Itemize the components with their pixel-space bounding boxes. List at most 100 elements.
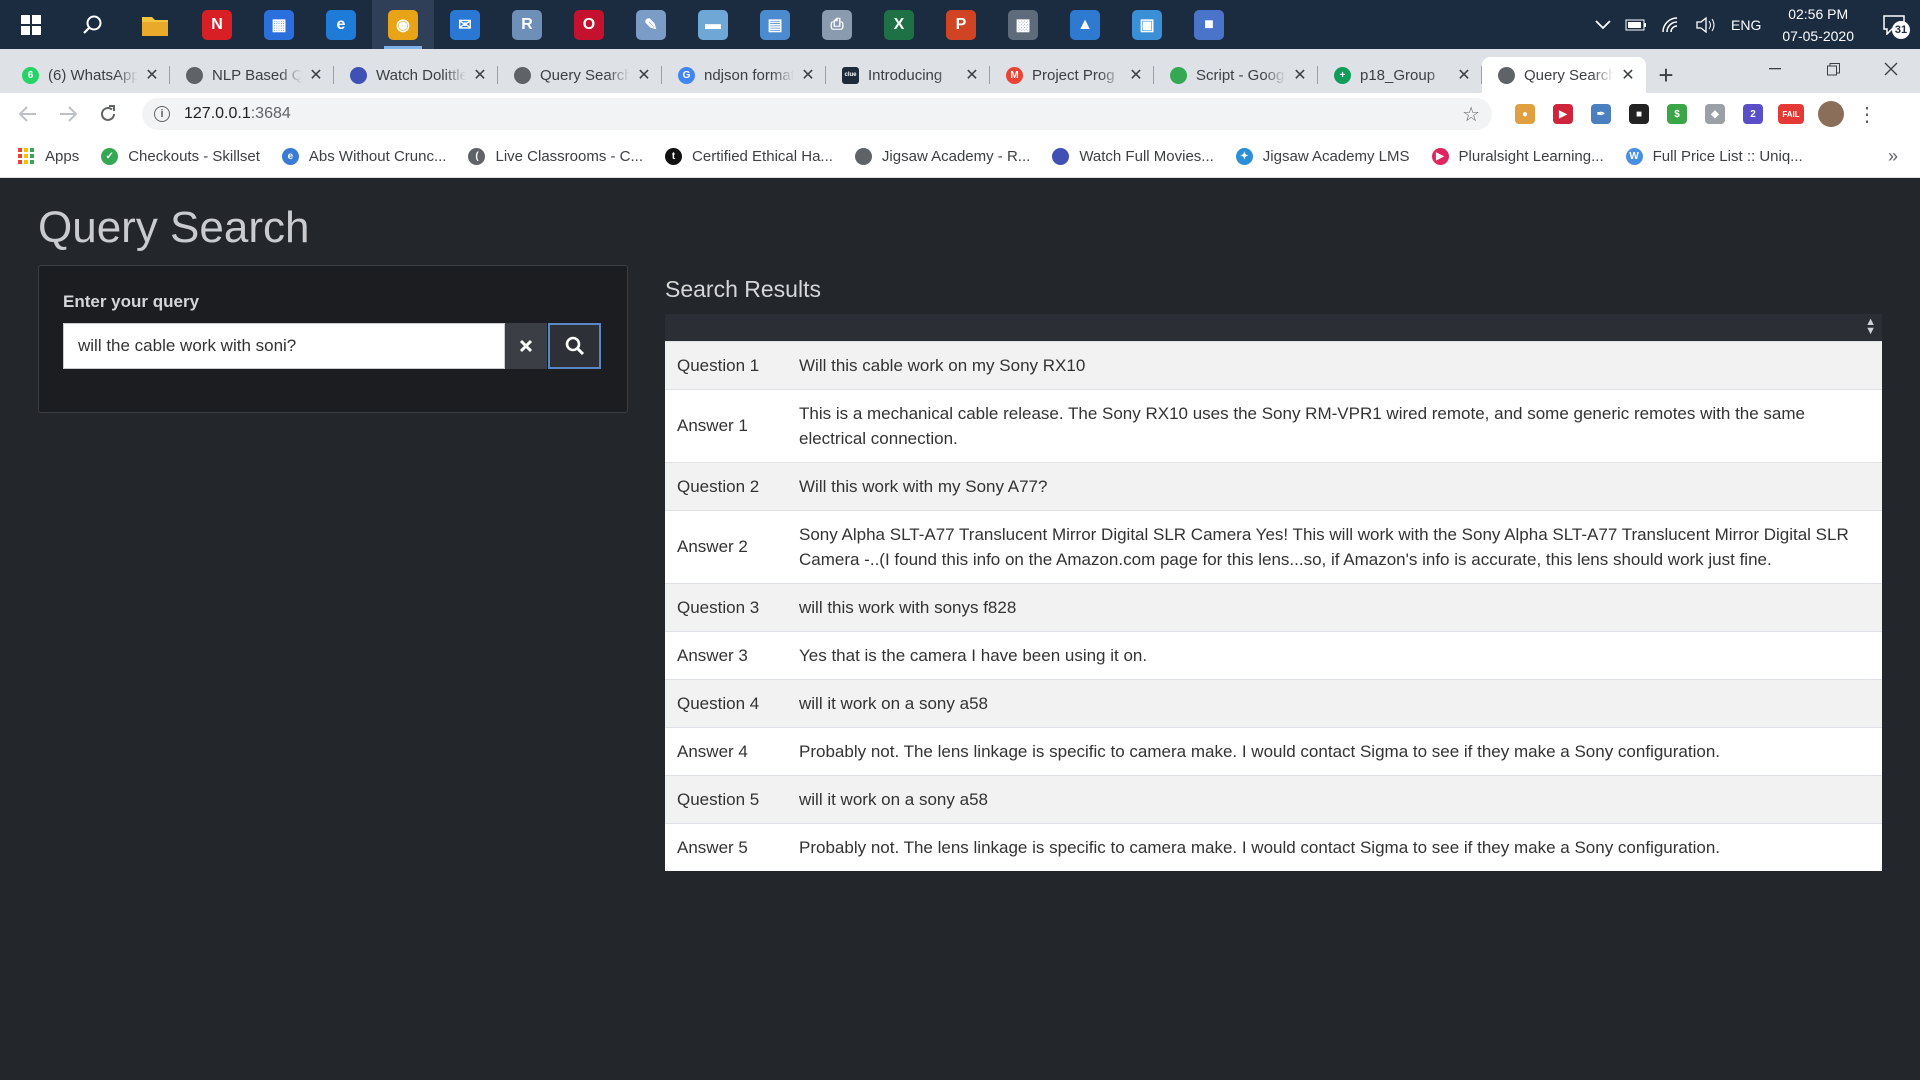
bookmark-star-icon[interactable]: ☆ xyxy=(1462,102,1480,127)
dollar-ext-button[interactable]: $ xyxy=(1658,98,1696,130)
pen-ext-button[interactable]: ✒ xyxy=(1582,98,1620,130)
tab-close-icon[interactable]: ✕ xyxy=(306,65,326,85)
cookie-ext-button[interactable]: ● xyxy=(1506,98,1544,130)
new-tab-button[interactable]: + xyxy=(1646,57,1686,93)
bookmark-item[interactable]: ✦ Jigsaw Academy LMS xyxy=(1235,147,1410,165)
results-title: Search Results xyxy=(665,276,821,302)
bookmark-item[interactable]: Apps xyxy=(18,147,79,165)
bookmark-item[interactable]: ▶ Pluralsight Learning... xyxy=(1431,147,1604,165)
taskbar-app-notes[interactable]: ▬ xyxy=(682,0,744,49)
fail-ext-button[interactable]: FAIL xyxy=(1772,98,1810,130)
site-info-icon[interactable]: i xyxy=(154,106,170,122)
printer-icon: ⎙ xyxy=(822,9,852,40)
restore-button[interactable] xyxy=(1804,49,1862,89)
search-button[interactable] xyxy=(548,323,601,369)
taskbar-app-calculator[interactable]: ▩ xyxy=(992,0,1054,49)
chevron-up-icon[interactable] xyxy=(1588,19,1618,30)
tab-close-icon[interactable]: ✕ xyxy=(1454,65,1474,85)
tab-favicon-icon xyxy=(514,66,531,84)
taskbar-app-edge[interactable]: e xyxy=(310,0,372,49)
back-button[interactable] xyxy=(8,96,48,132)
bookmark-item[interactable]: e Abs Without Crunc... xyxy=(281,147,446,165)
sort-icon[interactable]: ▲ ▼ xyxy=(1865,317,1876,337)
tab-close-icon[interactable]: ✕ xyxy=(1290,65,1310,85)
browser-tab[interactable]: clue Introducing ✕ xyxy=(826,57,990,93)
excel-icon: X xyxy=(884,9,914,40)
video-ext-button[interactable]: ▶ xyxy=(1544,98,1582,130)
taskbar-app-powerpoint[interactable]: P xyxy=(930,0,992,49)
close-window-button[interactable] xyxy=(1862,49,1920,89)
bookmark-item[interactable]: (Live Classrooms - C... xyxy=(468,147,643,165)
tab-close-icon[interactable]: ✕ xyxy=(962,65,982,85)
query-input[interactable] xyxy=(63,323,505,369)
browser-tab[interactable]: Watch Dolittle ✕ xyxy=(334,57,498,93)
arrow-right-icon xyxy=(60,106,77,122)
sortable-column-header[interactable]: ▲ ▼ xyxy=(665,314,1882,341)
terminal-ext-button[interactable]: ■ xyxy=(1620,98,1658,130)
taskbar-app-word-doc[interactable]: ▤ xyxy=(744,0,806,49)
action-center-button[interactable]: 31 xyxy=(1868,0,1920,49)
tab-close-icon[interactable]: ✕ xyxy=(142,65,162,85)
reload-button[interactable] xyxy=(88,96,128,132)
window-controls xyxy=(1746,49,1920,93)
tab-close-icon[interactable]: ✕ xyxy=(798,65,818,85)
browser-tab[interactable]: Query Search ✕ xyxy=(1482,57,1646,93)
bookmark-item[interactable]: ✓ Checkouts - Skillset xyxy=(101,147,260,165)
browser-tab[interactable]: 6 (6) WhatsApp ✕ xyxy=(6,57,170,93)
tab-title: p18_Group xyxy=(1360,66,1436,84)
clear-query-button[interactable] xyxy=(505,323,547,369)
bookmarks-overflow-icon[interactable]: » xyxy=(1888,146,1898,167)
volume-icon[interactable] xyxy=(1688,16,1724,33)
taskbar-app-store[interactable]: ▦ xyxy=(248,0,310,49)
taskbar-app-chrome[interactable]: ◉ xyxy=(372,0,434,49)
cookie-ext-icon: ● xyxy=(1515,104,1535,124)
tab-close-icon[interactable]: ✕ xyxy=(470,65,490,85)
browser-menu-icon[interactable]: ⋮ xyxy=(1852,102,1882,127)
url-text: 127.0.0.1:3684 xyxy=(184,105,291,123)
tab-close-icon[interactable]: ✕ xyxy=(634,65,654,85)
file-explorer-button[interactable] xyxy=(124,0,186,49)
tab-close-icon[interactable]: ✕ xyxy=(1126,65,1146,85)
pen-ext-icon: ✒ xyxy=(1591,104,1611,124)
result-key-cell: Answer 1 xyxy=(677,416,748,435)
r-lang-icon: R xyxy=(512,9,542,40)
taskbar-app-excel[interactable]: X xyxy=(868,0,930,49)
query-label: Enter your query xyxy=(63,292,200,311)
browser-tab[interactable]: Query Search ✕ xyxy=(498,57,662,93)
taskbar-search-button[interactable] xyxy=(62,0,124,49)
language-indicator[interactable]: ENG xyxy=(1724,17,1768,33)
bookmark-item[interactable]: Watch Full Movies... xyxy=(1052,147,1214,165)
taskbar-app-r-lang[interactable]: R xyxy=(496,0,558,49)
taskbar-app-printer[interactable]: ⎙ xyxy=(806,0,868,49)
bookmark-item[interactable]: t Certified Ethical Ha... xyxy=(665,147,833,165)
taskbar-app-mail[interactable]: ✉ xyxy=(434,0,496,49)
browser-tab[interactable]: Script - Google✕ xyxy=(1154,57,1318,93)
list-ext-button[interactable]: 2 xyxy=(1734,98,1772,130)
result-text-cell: Sony Alpha SLT-A77 Translucent Mirror Di… xyxy=(799,524,1849,569)
browser-tab[interactable]: Gndjson format ✕ xyxy=(662,57,826,93)
tab-close-icon[interactable]: ✕ xyxy=(1618,65,1638,85)
taskbar-app-remote-desktop[interactable]: ▣ xyxy=(1116,0,1178,49)
browser-tab[interactable]: + p18_Group ✕ xyxy=(1318,57,1482,93)
browser-tab[interactable]: NLP Based Q ✕ xyxy=(170,57,334,93)
taskbar-app-paint[interactable]: ✎ xyxy=(620,0,682,49)
profile-avatar[interactable] xyxy=(1818,101,1844,127)
taskbar-app-network-admin[interactable]: ■ xyxy=(1178,0,1240,49)
bookmark-item[interactable]: W Full Price List :: Uniq... xyxy=(1625,147,1803,165)
url-host: 127.0.0.1 xyxy=(184,105,251,122)
taskbar-app-netflix[interactable]: N xyxy=(186,0,248,49)
system-clock[interactable]: 02:56 PM 07-05-2020 xyxy=(1768,3,1868,47)
wifi-icon[interactable] xyxy=(1654,16,1688,33)
minimize-button[interactable] xyxy=(1746,49,1804,89)
start-button[interactable] xyxy=(0,0,62,49)
restore-icon xyxy=(1826,62,1840,75)
browser-tab[interactable]: M Project Prog ✕ xyxy=(990,57,1154,93)
taskbar-app-opera[interactable]: O xyxy=(558,0,620,49)
battery-icon[interactable] xyxy=(1618,19,1654,31)
shield-ext-button[interactable]: ◆ xyxy=(1696,98,1734,130)
taskbar-app-photos[interactable]: ▲ xyxy=(1054,0,1116,49)
forward-button[interactable] xyxy=(48,96,88,132)
clock-time: 02:56 PM xyxy=(1788,5,1849,22)
bookmark-item[interactable]: Jigsaw Academy - R... xyxy=(854,147,1030,165)
address-bar[interactable]: i 127.0.0.1:3684 ☆ xyxy=(142,98,1492,130)
